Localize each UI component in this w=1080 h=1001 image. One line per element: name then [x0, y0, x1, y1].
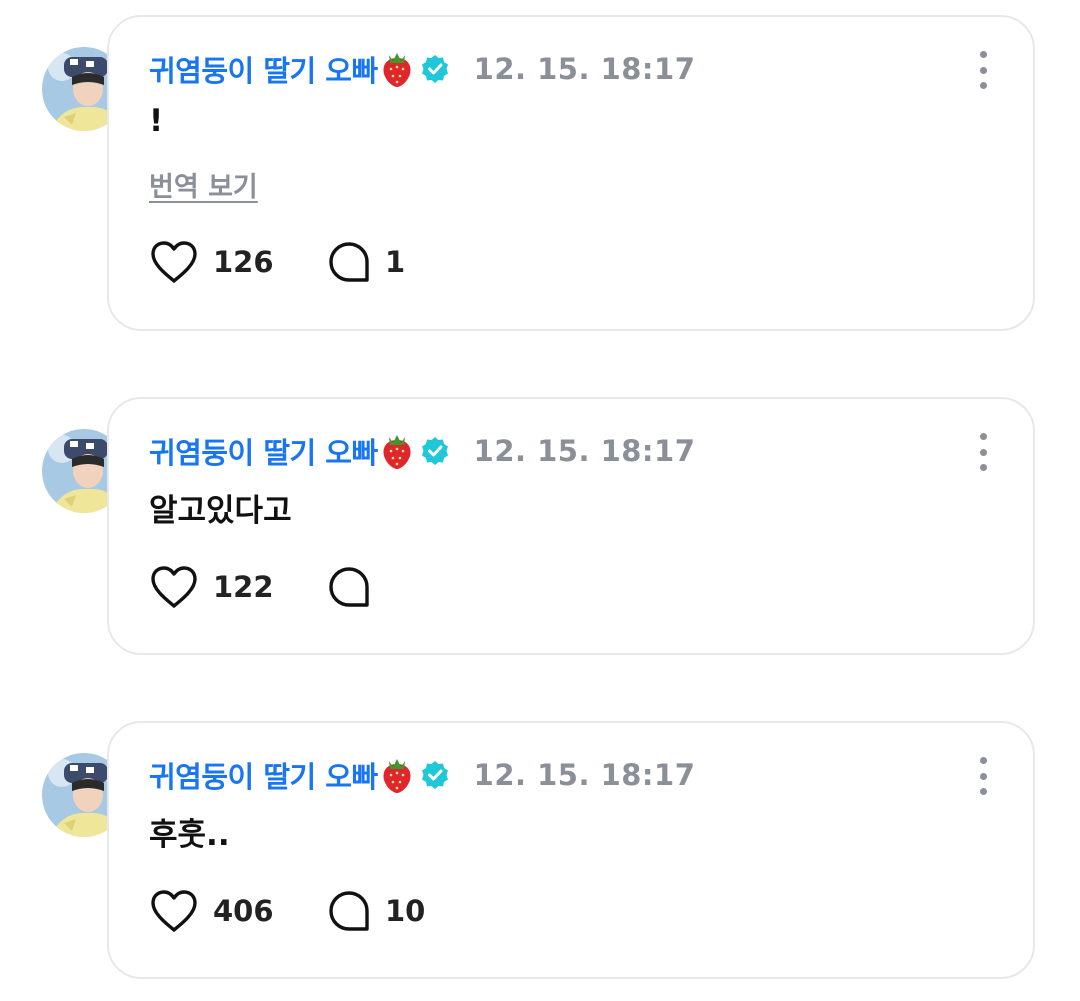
comment-card: 귀염둥이 딸기 오빠 12. 15. 18:17 후훗.. 406 10 [107, 721, 1035, 979]
comment-actions: 126 1 [149, 237, 549, 287]
comment-bubble-icon [329, 567, 369, 607]
comment-button[interactable]: 10 [327, 886, 425, 936]
more-options-icon[interactable] [977, 433, 989, 471]
comment-feed: 귀염둥이 딸기 오빠 12. 15. 18:17 ! 번역 보기 126 1 귀… [0, 0, 1080, 1001]
more-options-icon[interactable] [977, 757, 989, 795]
translate-link[interactable]: 번역 보기 [149, 165, 258, 204]
comment-card: 귀염둥이 딸기 오빠 12. 15. 18:17 알고있다고 122 [107, 397, 1035, 655]
heart-icon [151, 241, 197, 283]
author-name[interactable]: 귀염둥이 딸기 오빠 [149, 48, 378, 90]
comment-count: 1 [385, 245, 406, 279]
timestamp: 12. 15. 18:17 [473, 52, 696, 86]
like-button[interactable]: 122 [149, 564, 274, 610]
more-options-icon[interactable] [977, 51, 989, 89]
comment-button[interactable]: 1 [327, 237, 405, 287]
comment-button[interactable] [327, 562, 385, 612]
like-count: 406 [213, 894, 274, 928]
comment-actions: 406 10 [149, 886, 549, 936]
heart-icon [151, 566, 197, 608]
verified-icon [421, 761, 448, 789]
comment-text: 알고있다고 [149, 493, 292, 529]
comment-count: 10 [385, 894, 426, 928]
comment-text: 후훗.. [149, 817, 230, 853]
strawberry-icon [383, 759, 411, 793]
like-count: 126 [213, 245, 274, 279]
strawberry-icon [383, 435, 411, 469]
like-button[interactable]: 126 [149, 239, 274, 285]
comment-header: 귀염둥이 딸기 오빠 12. 15. 18:17 [149, 431, 695, 471]
comment-card: 귀염둥이 딸기 오빠 12. 15. 18:17 ! 번역 보기 126 1 [107, 15, 1035, 331]
comment-bubble-icon [329, 891, 369, 931]
like-button[interactable]: 406 [149, 888, 274, 934]
verified-icon [421, 55, 448, 83]
comment-header: 귀염둥이 딸기 오빠 12. 15. 18:17 [149, 49, 695, 89]
timestamp: 12. 15. 18:17 [473, 758, 696, 792]
comment-bubble-icon [329, 242, 369, 282]
author-name[interactable]: 귀염둥이 딸기 오빠 [149, 754, 378, 796]
heart-icon [151, 890, 197, 932]
verified-icon [421, 437, 448, 465]
comment-actions: 122 [149, 562, 549, 612]
author-name[interactable]: 귀염둥이 딸기 오빠 [149, 430, 378, 472]
comment-header: 귀염둥이 딸기 오빠 12. 15. 18:17 [149, 755, 695, 795]
like-count: 122 [213, 570, 274, 604]
timestamp: 12. 15. 18:17 [473, 434, 696, 468]
strawberry-icon [383, 53, 411, 87]
comment-text: ! [149, 103, 164, 139]
